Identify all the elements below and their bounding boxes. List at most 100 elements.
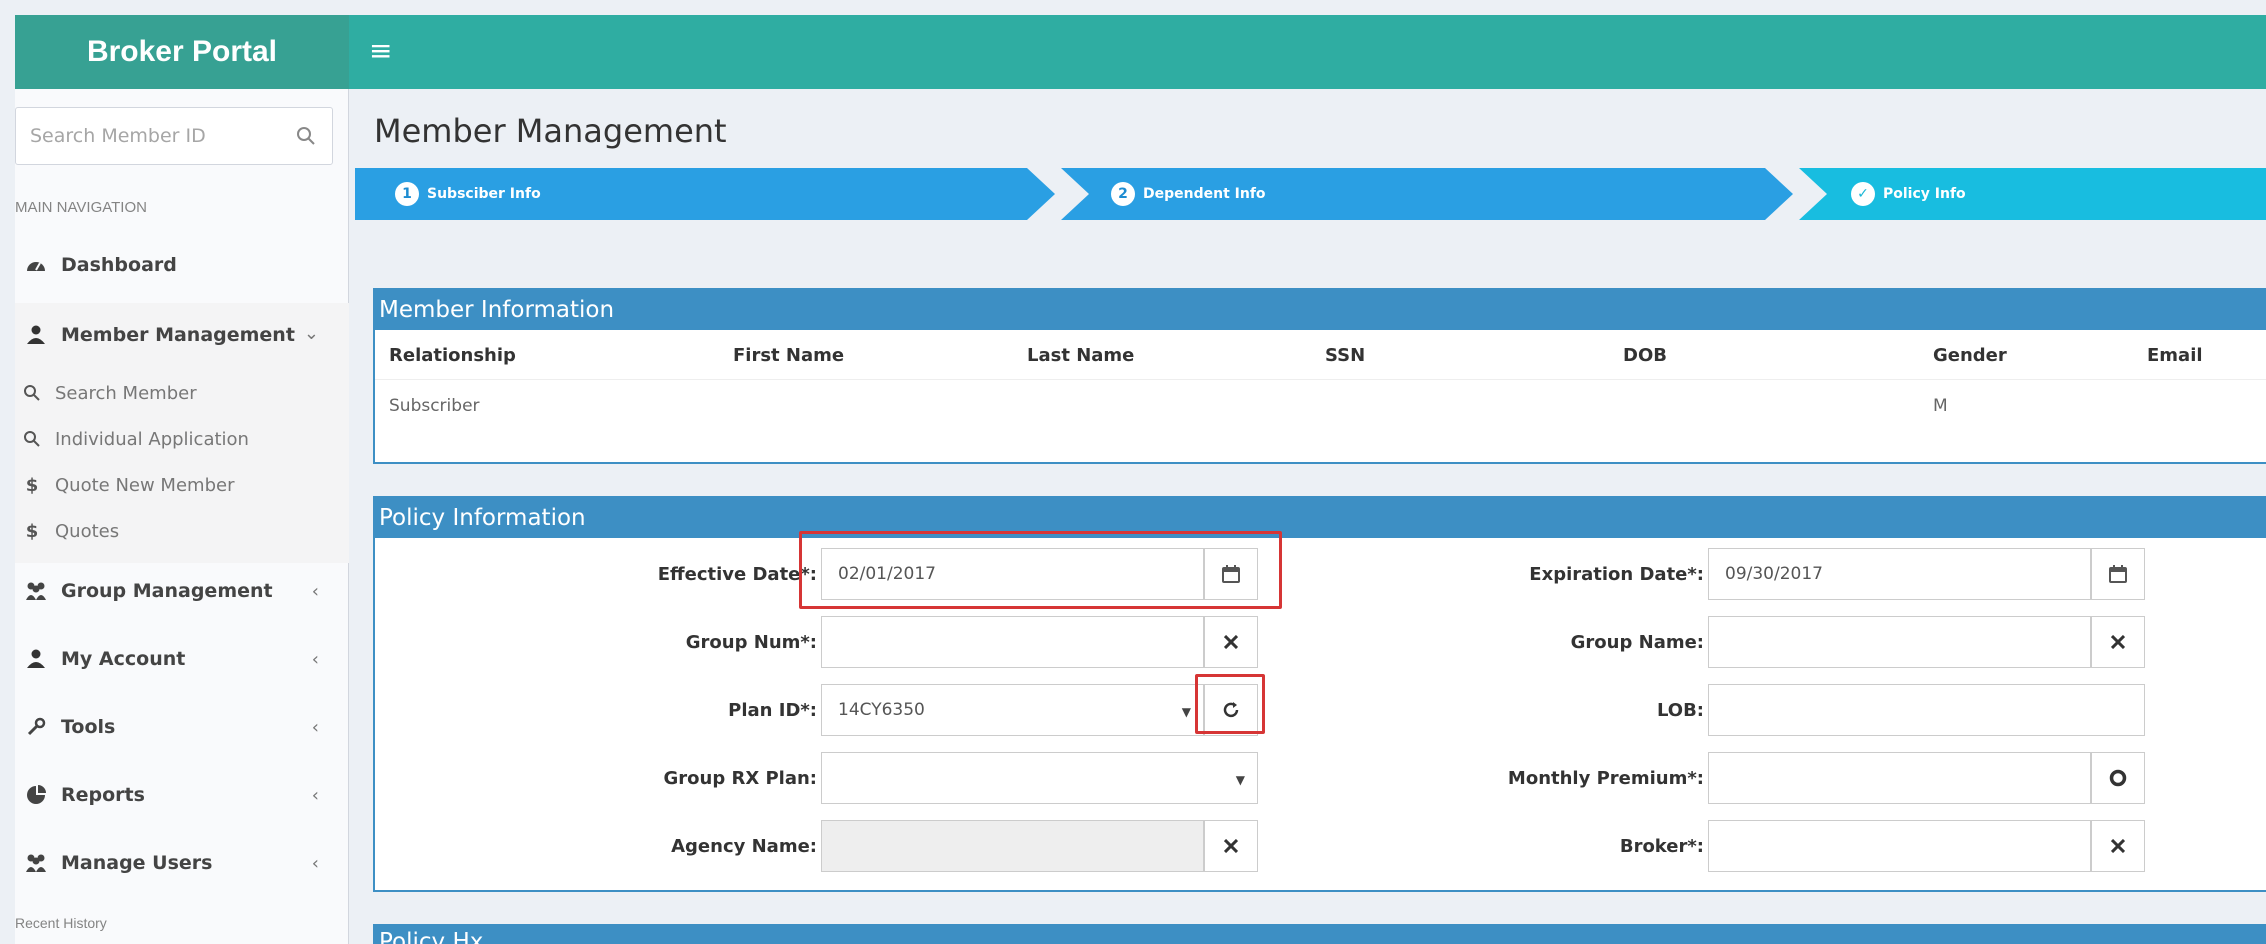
- group-num-field[interactable]: [821, 616, 1204, 668]
- sidebar-subitem-quotes[interactable]: $ Quotes: [21, 511, 119, 551]
- group-num-clear-button[interactable]: [1204, 616, 1258, 668]
- wizard-step-dependent-info[interactable]: 2 Dependent Info: [1061, 168, 1793, 220]
- chevron-left-icon: ‹: [311, 785, 319, 806]
- sidebar-item-label: Tools: [61, 716, 116, 738]
- close-icon: [2111, 635, 2125, 649]
- users-icon: [21, 853, 51, 873]
- user-icon: [21, 325, 51, 345]
- plan-id-value[interactable]: [822, 685, 1203, 735]
- group-name-input[interactable]: [1709, 617, 2090, 667]
- step-label: Dependent Info: [1143, 186, 1266, 202]
- plan-id-refresh-highlight: [1195, 674, 1265, 734]
- sidebar-item-dashboard[interactable]: Dashboard: [15, 235, 349, 295]
- table-cell-ssn: [1311, 381, 1609, 431]
- wizard-steps: 1 Subsciber Info 2 Dependent Info ✓ Poli…: [355, 168, 2266, 220]
- search-icon: [21, 430, 43, 448]
- sidebar-item-member-management[interactable]: Member Management ⌄: [15, 303, 349, 367]
- sidebar: MAIN NAVIGATION Dashboard Member Managem…: [15, 89, 349, 944]
- sidebar-item-tools[interactable]: Tools ‹: [15, 697, 349, 757]
- group-num-input[interactable]: [822, 617, 1203, 667]
- sidebar-item-label: My Account: [61, 648, 186, 670]
- expiration-date-calendar-button[interactable]: [2091, 548, 2145, 600]
- wizard-step-subscriber-info[interactable]: 1 Subsciber Info: [355, 168, 1055, 220]
- wizard-step-policy-info[interactable]: ✓ Policy Info: [1799, 168, 2266, 220]
- effective-date-label: Effective Date*:: [657, 563, 817, 585]
- group-num-label: Group Num*:: [685, 631, 817, 653]
- expiration-date-input[interactable]: [1709, 549, 2090, 599]
- chevron-left-icon: ‹: [311, 649, 319, 670]
- lob-input[interactable]: [1709, 685, 2144, 735]
- group-rx-plan-select[interactable]: ▼: [821, 752, 1258, 804]
- app-root: Broker Portal ≡ MAIN NAVIGATION Dashboar…: [0, 0, 2266, 944]
- search-icon: [297, 127, 315, 145]
- circle-icon: [2109, 769, 2127, 787]
- member-management-submenu: Search Member Individual Application $ Q…: [15, 367, 349, 563]
- dollar-icon: $: [25, 474, 39, 496]
- broker-input[interactable]: [1709, 821, 2090, 871]
- column-header: DOB: [1623, 344, 1667, 366]
- search-button[interactable]: [290, 120, 322, 152]
- table-row[interactable]: Subscriber M: [375, 381, 2266, 431]
- chevron-left-icon: ‹: [311, 581, 319, 602]
- chevron-left-icon: ‹: [311, 717, 319, 738]
- user-icon: [21, 649, 51, 669]
- chevron-down-icon: ⌄: [303, 323, 319, 344]
- group-rx-plan-label: Group RX Plan:: [663, 767, 817, 789]
- broker-clear-button[interactable]: [2091, 820, 2145, 872]
- nav-header-main: MAIN NAVIGATION: [15, 199, 147, 216]
- group-name-field[interactable]: [1708, 616, 2091, 668]
- sidebar-item-manage-users[interactable]: Manage Users ‹: [15, 833, 349, 893]
- table-cell-relationship: Subscriber: [389, 396, 480, 416]
- table-cell-email: [2133, 381, 2266, 431]
- plan-id-select[interactable]: ▼: [821, 684, 1204, 736]
- group-name-label: Group Name:: [1570, 631, 1704, 653]
- policy-hx-panel: Policy Hx: [373, 924, 2266, 944]
- sidebar-subitem-search-member[interactable]: Search Member: [21, 373, 197, 413]
- broker-field[interactable]: [1708, 820, 2091, 872]
- sidebar-item-label: Group Management: [61, 580, 273, 602]
- monthly-premium-calc-button[interactable]: [2091, 752, 2145, 804]
- lob-field[interactable]: [1708, 684, 2145, 736]
- brand-logo[interactable]: Broker Portal: [15, 15, 349, 89]
- pie-chart-icon: [21, 785, 51, 805]
- agency-name-label: Agency Name:: [671, 835, 817, 857]
- sidebar-subitem-label: Search Member: [55, 382, 197, 404]
- column-header: Relationship: [389, 344, 516, 366]
- agency-name-input[interactable]: [822, 821, 1203, 871]
- table-cell-dob: [1609, 381, 1919, 431]
- caret-down-icon: ▼: [1181, 705, 1191, 719]
- sidebar-item-reports[interactable]: Reports ‹: [15, 765, 349, 825]
- agency-name-field[interactable]: [821, 820, 1204, 872]
- close-icon: [2111, 839, 2125, 853]
- panel-title: Policy Hx: [375, 926, 2266, 944]
- column-header: Gender: [1933, 344, 2007, 366]
- top-navbar: ≡: [349, 15, 2266, 89]
- hamburger-menu-icon[interactable]: ≡: [369, 37, 392, 65]
- sidebar-subitem-individual-application[interactable]: Individual Application: [21, 419, 249, 459]
- lob-label: LOB:: [1656, 699, 1704, 721]
- dashboard-icon: [21, 255, 51, 275]
- check-circle-icon: ✓: [1851, 182, 1875, 206]
- group-rx-plan-value[interactable]: [822, 753, 1257, 803]
- column-header: Last Name: [1027, 344, 1135, 366]
- group-name-clear-button[interactable]: [2091, 616, 2145, 668]
- sidebar-subitem-label: Quote New Member: [55, 474, 235, 496]
- brand-title: Broker Portal: [86, 35, 278, 68]
- sidebar-item-my-account[interactable]: My Account ‹: [15, 629, 349, 689]
- sidebar-item-group-management[interactable]: Group Management ‹: [15, 561, 349, 621]
- close-icon: [1224, 635, 1238, 649]
- monthly-premium-input[interactable]: [1709, 753, 2090, 803]
- panel-title: Policy Information: [375, 498, 2266, 538]
- sidebar-item-label: Dashboard: [61, 254, 177, 276]
- table-cell-first-name: [719, 381, 1013, 431]
- step-label: Subsciber Info: [427, 186, 541, 202]
- sidebar-subitem-quote-new-member[interactable]: $ Quote New Member: [21, 465, 235, 505]
- chevron-left-icon: ‹: [311, 853, 319, 874]
- agency-name-clear-button[interactable]: [1204, 820, 1258, 872]
- search-member-input[interactable]: [16, 108, 276, 164]
- monthly-premium-field[interactable]: [1708, 752, 2091, 804]
- expiration-date-field[interactable]: [1708, 548, 2091, 600]
- column-header: First Name: [733, 344, 845, 366]
- step-number-badge: 2: [1111, 182, 1135, 206]
- sidebar-item-label: Reports: [61, 784, 145, 806]
